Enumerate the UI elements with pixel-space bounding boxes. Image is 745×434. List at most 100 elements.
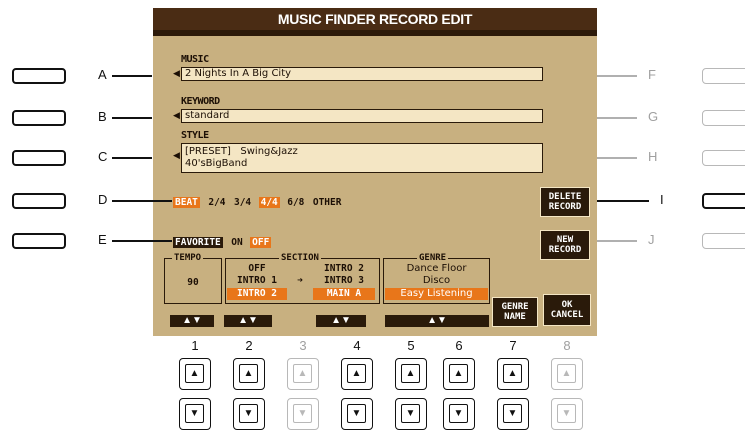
ok-cancel-button[interactable]: OK CANCEL bbox=[543, 294, 591, 326]
side-label-j: J bbox=[648, 232, 655, 247]
up-arrow-icon: ▲ bbox=[401, 364, 420, 383]
keyword-label: KEYWORD bbox=[181, 96, 220, 107]
style-line-2: 40'sBigBand bbox=[185, 158, 248, 169]
up-button-1[interactable]: ▲ bbox=[179, 358, 211, 390]
down-arrow-icon: ▼ bbox=[347, 404, 366, 423]
beat-row: BEAT 2/4 3/4 4/4 6/8 OTHER bbox=[173, 192, 341, 210]
down-button-1[interactable]: ▼ bbox=[179, 398, 211, 430]
down-button-6[interactable]: ▼ bbox=[443, 398, 475, 430]
up-arrow-icon: ▲ bbox=[239, 364, 258, 383]
down-button-3[interactable]: ▼ bbox=[287, 398, 319, 430]
number-label-1: 1 bbox=[191, 338, 199, 353]
down-button-5[interactable]: ▼ bbox=[395, 398, 427, 430]
side-button-d[interactable] bbox=[12, 193, 66, 209]
keyword-field[interactable]: standard bbox=[181, 109, 543, 123]
up-button-7[interactable]: ▲ bbox=[497, 358, 529, 390]
beat-option-6-8[interactable]: 6/8 bbox=[287, 197, 304, 208]
up-button-4[interactable]: ▲ bbox=[341, 358, 373, 390]
down-button-2[interactable]: ▼ bbox=[233, 398, 265, 430]
up-arrow-icon: ▲ bbox=[449, 364, 468, 383]
music-label: MUSIC bbox=[181, 54, 209, 65]
up-arrow-icon: ▲ bbox=[293, 364, 312, 383]
up-arrow-icon: ▲ bbox=[503, 364, 522, 383]
up-button-3[interactable]: ▲ bbox=[287, 358, 319, 390]
beat-option-2-4[interactable]: 2/4 bbox=[208, 197, 225, 208]
side-line-b bbox=[112, 117, 152, 119]
section-left-stepper[interactable]: ▲▼ bbox=[224, 315, 272, 327]
genre-name-line1: GENRE bbox=[501, 302, 529, 312]
down-button-4[interactable]: ▼ bbox=[341, 398, 373, 430]
genre-title: GENRE bbox=[417, 253, 449, 263]
new-record-line1: NEW bbox=[556, 235, 574, 245]
section-left-intro1[interactable]: INTRO 1 bbox=[227, 275, 287, 287]
delete-record-line1: DELETE bbox=[548, 192, 582, 202]
number-label-5: 5 bbox=[407, 338, 415, 353]
tempo-stepper[interactable]: ▲▼ bbox=[170, 315, 214, 327]
side-button-c[interactable] bbox=[12, 150, 66, 166]
side-button-b[interactable] bbox=[12, 110, 66, 126]
beat-option-4-4[interactable]: 4/4 bbox=[258, 197, 280, 208]
up-button-6[interactable]: ▲ bbox=[443, 358, 475, 390]
style-field[interactable]: [PRESET] Swing&Jazz 40'sBigBand bbox=[181, 143, 543, 173]
genre-item-easy-listening-selected[interactable]: Easy Listening bbox=[385, 288, 488, 300]
genre-item-dance-floor[interactable]: Dance Floor bbox=[385, 263, 488, 275]
down-arrow-icon: ▼ bbox=[557, 404, 576, 423]
side-button-h[interactable] bbox=[702, 150, 745, 166]
new-record-button[interactable]: NEW RECORD bbox=[540, 230, 590, 260]
side-line-e bbox=[112, 240, 172, 242]
side-line-j bbox=[597, 240, 637, 242]
section-right-intro3[interactable]: INTRO 3 bbox=[313, 275, 375, 287]
section-right-stepper[interactable]: ▲▼ bbox=[316, 315, 366, 327]
genre-item-disco[interactable]: Disco bbox=[385, 275, 488, 287]
style-label: STYLE bbox=[181, 130, 209, 141]
side-label-i: I bbox=[660, 192, 664, 207]
genre-name-button[interactable]: GENRE NAME bbox=[492, 297, 538, 327]
side-line-c bbox=[112, 157, 152, 159]
side-button-g[interactable] bbox=[702, 110, 745, 126]
up-button-2[interactable]: ▲ bbox=[233, 358, 265, 390]
music-field[interactable]: 2 Nights In A Big City bbox=[181, 67, 543, 81]
side-button-i[interactable] bbox=[702, 193, 745, 209]
beat-option-3-4[interactable]: 3/4 bbox=[234, 197, 251, 208]
up-arrow-icon: ▲ bbox=[347, 364, 366, 383]
delete-record-button[interactable]: DELETE RECORD bbox=[540, 187, 590, 217]
up-button-8[interactable]: ▲ bbox=[551, 358, 583, 390]
title-bar: MUSIC FINDER RECORD EDIT bbox=[153, 8, 597, 36]
down-arrow-icon: ▼ bbox=[239, 404, 258, 423]
keyword-left-arrow-icon: ◀ bbox=[173, 110, 180, 120]
down-arrow-icon: ▼ bbox=[503, 404, 522, 423]
side-line-d bbox=[112, 200, 172, 202]
ok-label: OK bbox=[561, 300, 573, 310]
music-left-arrow-icon: ◀ bbox=[173, 68, 180, 78]
favorite-label: FAVORITE bbox=[173, 237, 223, 248]
up-arrow-icon: ▲ bbox=[557, 364, 576, 383]
style-left-arrow-icon: ◀ bbox=[173, 150, 180, 160]
favorite-on[interactable]: ON bbox=[231, 237, 242, 248]
number-label-7: 7 bbox=[509, 338, 517, 353]
side-line-i bbox=[597, 200, 649, 202]
down-button-7[interactable]: ▼ bbox=[497, 398, 529, 430]
tempo-value[interactable]: 90 bbox=[164, 277, 222, 289]
down-arrow-icon: ▼ bbox=[293, 404, 312, 423]
screen-title: MUSIC FINDER RECORD EDIT bbox=[277, 11, 473, 27]
side-button-e[interactable] bbox=[12, 233, 66, 249]
number-label-2: 2 bbox=[245, 338, 253, 353]
number-label-6: 6 bbox=[455, 338, 463, 353]
down-button-8[interactable]: ▼ bbox=[551, 398, 583, 430]
section-left-intro2-selected[interactable]: INTRO 2 bbox=[227, 288, 287, 300]
genre-stepper[interactable]: ▲▼ bbox=[385, 315, 489, 327]
section-left-off[interactable]: OFF bbox=[227, 263, 287, 275]
favorite-off[interactable]: OFF bbox=[250, 237, 272, 248]
section-right-intro2[interactable]: INTRO 2 bbox=[313, 263, 375, 275]
down-arrow-icon: ▼ bbox=[185, 404, 204, 423]
section-right-maina-selected[interactable]: MAIN A bbox=[313, 288, 375, 300]
side-label-d: D bbox=[98, 192, 108, 207]
side-button-j[interactable] bbox=[702, 233, 745, 249]
beat-option-other[interactable]: OTHER bbox=[313, 197, 342, 208]
side-label-b: B bbox=[98, 109, 107, 124]
side-button-f[interactable] bbox=[702, 68, 745, 84]
up-button-5[interactable]: ▲ bbox=[395, 358, 427, 390]
tempo-title: TEMPO bbox=[172, 253, 204, 263]
side-button-a[interactable] bbox=[12, 68, 66, 84]
side-label-e: E bbox=[98, 232, 107, 247]
